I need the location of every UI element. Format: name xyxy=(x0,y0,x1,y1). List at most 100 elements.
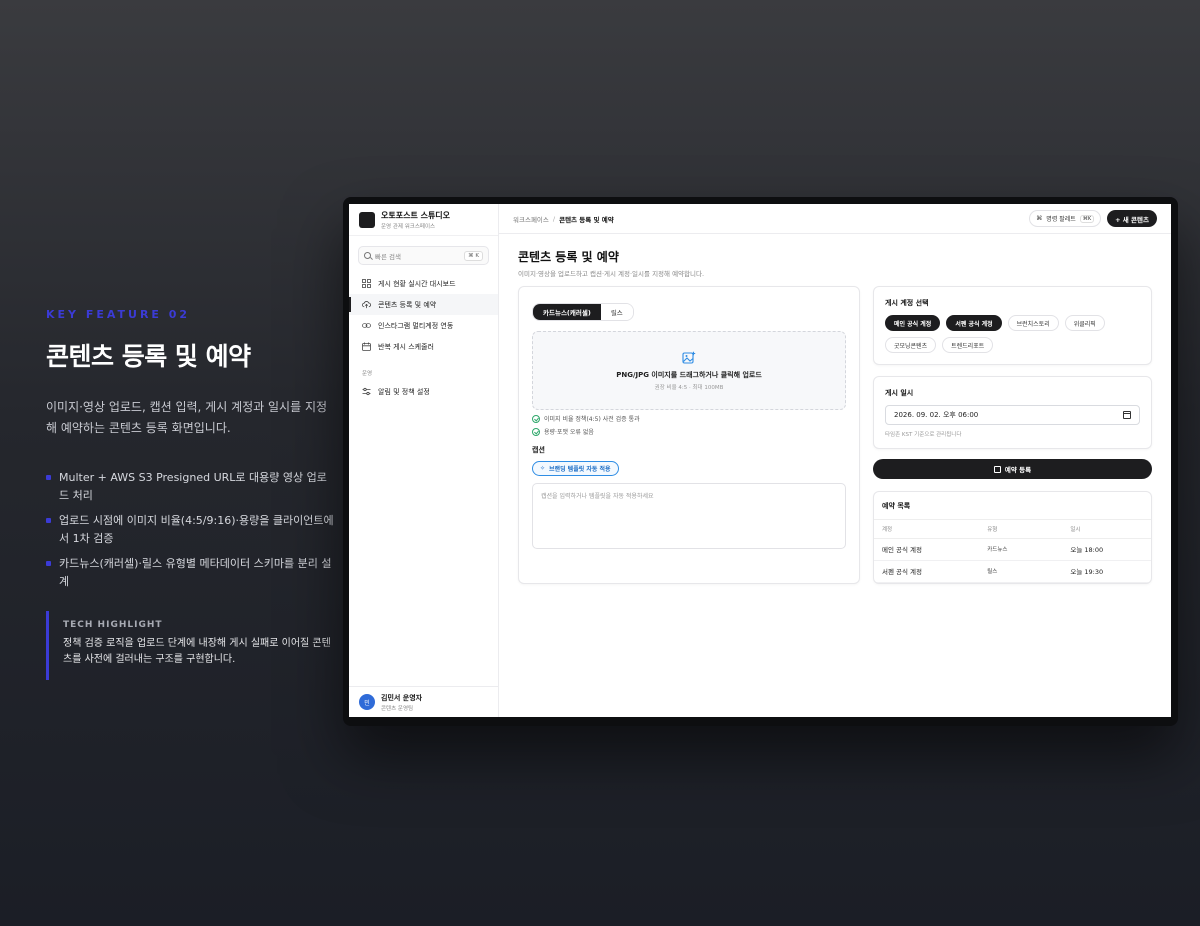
feature-bullet: 카드뉴스(캐러셀)·릴스 유형별 메타데이터 스키마를 분리 설계 xyxy=(46,555,336,591)
avatar: 민 xyxy=(359,694,375,710)
content-type-tabs: 카드뉴스(캐러셀) 릴스 xyxy=(532,303,634,321)
feature-title: 콘텐츠 등록 및 예약 xyxy=(46,342,251,371)
device-frame: 오토포스트 스튜디오 운영 관제 워크스페이스 빠른 검색 ⌘ K 게시 현황 … xyxy=(343,197,1178,726)
brand-name: 오토포스트 스튜디오 xyxy=(381,210,451,220)
cell-type: 카드뉴스 xyxy=(979,538,1063,561)
app-window: 오토포스트 스튜디오 운영 관제 워크스페이스 빠른 검색 ⌘ K 게시 현황 … xyxy=(349,204,1171,717)
datetime-value: 2026. 09. 02. 오후 06:00 xyxy=(894,411,979,419)
cell-type: 릴스 xyxy=(979,560,1063,583)
topbar-actions: ⌘ 명령 팔레트 ⌘K + 새 콘텐츠 xyxy=(1029,210,1157,227)
quick-search[interactable]: 빠른 검색 ⌘ K xyxy=(358,246,489,265)
validation-item: 용량·포맷 오류 없음 xyxy=(532,427,846,436)
user-name: 김민서 운영자 xyxy=(381,693,423,702)
tab-carousel[interactable]: 카드뉴스(캐러셀) xyxy=(533,304,601,320)
page-subtitle: 이미지·영상을 업로드하고 캡션·게시 계정·일시를 지정해 예약합니다. xyxy=(518,270,705,278)
search-shortcut: ⌘ K xyxy=(464,250,483,261)
page-title: 콘텐츠 등록 및 예약 xyxy=(518,250,619,264)
reservation-table: 계정 유형 일시 메인 공식 계정 카드뉴스 오늘 18:00 서펜 공식 계정 xyxy=(874,520,1151,583)
sidebar-item-scheduler[interactable]: 반복 게시 스케줄러 xyxy=(349,336,498,357)
user-profile[interactable]: 민 김민서 운영자 콘텐츠 운영팀 xyxy=(349,686,498,717)
check-circle-icon xyxy=(532,427,540,436)
sidebar: 오토포스트 스튜디오 운영 관제 워크스페이스 빠른 검색 ⌘ K 게시 현황 … xyxy=(349,204,499,717)
upload-dropzone[interactable]: PNG/JPG 이미지를 드래그하거나 클릭해 업로드 권장 비율 4:5 · … xyxy=(532,331,846,410)
calendar-icon[interactable] xyxy=(1123,411,1131,419)
account-select-card: 게시 계정 선택 메인 공식 계정 서펜 공식 계정 브런치스토리 위클리픽 굿… xyxy=(873,286,1152,365)
table-row[interactable]: 메인 공식 계정 카드뉴스 오늘 18:00 xyxy=(874,538,1151,561)
caption-label: 캡션 xyxy=(532,446,545,454)
sidebar-item-instagram-link[interactable]: 인스타그램 멀티계정 연동 xyxy=(349,315,498,336)
upload-cloud-icon xyxy=(362,300,371,309)
account-chip-main[interactable]: 메인 공식 계정 xyxy=(885,315,941,331)
sidebar-item-label: 콘텐츠 등록 및 예약 xyxy=(378,300,437,309)
feature-tag: KEY FEATURE 02 xyxy=(46,308,191,321)
feature-bullet: Multer + AWS S3 Presigned URL로 대용량 영상 업로… xyxy=(46,469,336,505)
sidebar-item-dashboard[interactable]: 게시 현황 실시간 대시보드 xyxy=(349,273,498,294)
reservation-list-title: 예약 목록 xyxy=(874,492,1151,520)
user-role: 콘텐츠 운영팀 xyxy=(381,705,414,712)
bullet-icon xyxy=(46,475,51,480)
reserve-button[interactable]: 예약 등록 xyxy=(873,459,1152,479)
topbar: 워크스페이스 / 콘텐츠 등록 및 예약 ⌘ 명령 팔레트 ⌘K + 새 콘텐츠 xyxy=(499,204,1171,234)
dropzone-title: PNG/JPG 이미지를 드래그하거나 클릭해 업로드 xyxy=(616,370,762,379)
sidebar-item-label: 인스타그램 멀티계정 연동 xyxy=(378,321,454,330)
command-palette-button[interactable]: ⌘ 명령 팔레트 ⌘K xyxy=(1029,210,1102,227)
brand[interactable]: 오토포스트 스튜디오 운영 관제 워크스페이스 xyxy=(349,204,498,236)
tech-highlight-text: 정책 검증 로직을 업로드 단계에 내장해 게시 실패로 이어질 콘텐츠를 사전… xyxy=(63,638,331,665)
sidebar-item-label: 게시 현황 실시간 대시보드 xyxy=(378,279,456,288)
brand-logo xyxy=(359,211,375,228)
calendar-icon xyxy=(993,465,1001,473)
schedule-card: 게시 일시 2026. 09. 02. 오후 06:00 타임존 KST 기준으… xyxy=(873,376,1152,449)
account-chips: 메인 공식 계정 서펜 공식 계정 브런치스토리 위클리픽 굿모닝콘텐츠 트렌드… xyxy=(885,315,1140,353)
sidebar-item-content-register[interactable]: 콘텐츠 등록 및 예약 xyxy=(349,294,498,315)
calendar-icon xyxy=(362,342,371,351)
bullet-icon xyxy=(46,518,51,523)
breadcrumb-root[interactable]: 워크스페이스 xyxy=(513,214,549,224)
template-apply-button[interactable]: ✧ 브랜딩 템플릿 자동 적용 xyxy=(532,461,619,476)
account-select-title: 게시 계정 선택 xyxy=(885,299,929,307)
feature-panel: KEY FEATURE 02 콘텐츠 등록 및 예약 이미지·영상 업로드, 캡… xyxy=(46,308,336,680)
link-icon xyxy=(362,321,371,330)
table-header-row: 계정 유형 일시 xyxy=(874,520,1151,539)
page-header: 콘텐츠 등록 및 예약 이미지·영상을 업로드하고 캡션·게시 계정·일시를 지… xyxy=(499,234,1171,278)
new-content-button[interactable]: + 새 콘텐츠 xyxy=(1107,210,1157,227)
cell-time: 오늘 18:00 xyxy=(1062,538,1151,561)
sidebar-item-settings[interactable]: 알림 및 정책 설정 xyxy=(349,381,498,402)
dropzone-hint: 권장 비율 4:5 · 최대 100MB xyxy=(654,384,724,391)
datetime-input[interactable]: 2026. 09. 02. 오후 06:00 xyxy=(885,405,1140,425)
reservation-list-card: 예약 목록 계정 유형 일시 메인 공식 계정 카드뉴스 오늘 18:00 서펜… xyxy=(873,491,1152,584)
sliders-icon xyxy=(362,387,371,396)
tab-reels[interactable]: 릴스 xyxy=(600,304,633,320)
account-chip-trend[interactable]: 트렌드리포트 xyxy=(942,337,994,353)
feature-bullets: Multer + AWS S3 Presigned URL로 대용량 영상 업로… xyxy=(46,469,336,591)
tech-highlight-label: TECH HIGHLIGHT xyxy=(63,620,163,630)
check-circle-icon xyxy=(532,414,540,423)
search-icon xyxy=(364,252,371,259)
account-chip-weekly[interactable]: 위클리픽 xyxy=(1064,315,1105,331)
feature-bullet: 업로드 시점에 이미지 비율(4:5/9:16)·용량을 클라이언트에서 1차 … xyxy=(46,512,336,548)
type-badge: 릴스 xyxy=(987,569,998,575)
upload-card: 카드뉴스(캐러셀) 릴스 PNG/JPG 이미지를 드래그하거나 클릭해 업로드… xyxy=(518,286,860,584)
cell-time: 오늘 19:30 xyxy=(1062,560,1151,583)
main-content: 워크스페이스 / 콘텐츠 등록 및 예약 ⌘ 명령 팔레트 ⌘K + 새 콘텐츠… xyxy=(499,204,1171,717)
search-placeholder: 빠른 검색 xyxy=(375,252,401,261)
column-header: 일시 xyxy=(1062,520,1151,539)
cell-account: 메인 공식 계정 xyxy=(874,538,980,561)
account-chip-brunch[interactable]: 브런치스토리 xyxy=(1007,315,1059,331)
account-chip-goodmorning[interactable]: 굿모닝콘텐츠 xyxy=(885,337,937,353)
image-upload-icon xyxy=(682,351,696,364)
command-shortcut: ⌘K xyxy=(1079,214,1095,223)
cell-account: 서펜 공식 계정 xyxy=(874,560,980,583)
feature-description: 이미지·영상 업로드, 캡션 입력, 게시 계정과 일시를 지정해 예약하는 콘… xyxy=(46,400,328,435)
sidebar-item-label: 알림 및 정책 설정 xyxy=(378,387,430,396)
column-header: 계정 xyxy=(874,520,980,539)
bullet-icon xyxy=(46,561,51,566)
command-icon: ⌘ xyxy=(1036,215,1043,222)
tech-highlight: TECH HIGHLIGHT 정책 검증 로직을 업로드 단계에 내장해 게시 … xyxy=(46,611,336,680)
schedule-title: 게시 일시 xyxy=(885,389,914,397)
account-chip-fan[interactable]: 서펜 공식 계정 xyxy=(946,315,1002,331)
validation-item: 이미지 비율 정책(4:5) 사전 검증 통과 xyxy=(532,414,846,423)
caption-textarea[interactable]: 캡션을 입력하거나 템플릿을 자동 적용하세요 xyxy=(532,483,846,549)
grid-icon xyxy=(362,279,371,288)
breadcrumb-current: 콘텐츠 등록 및 예약 xyxy=(559,215,614,224)
table-row[interactable]: 서펜 공식 계정 릴스 오늘 19:30 xyxy=(874,560,1151,583)
